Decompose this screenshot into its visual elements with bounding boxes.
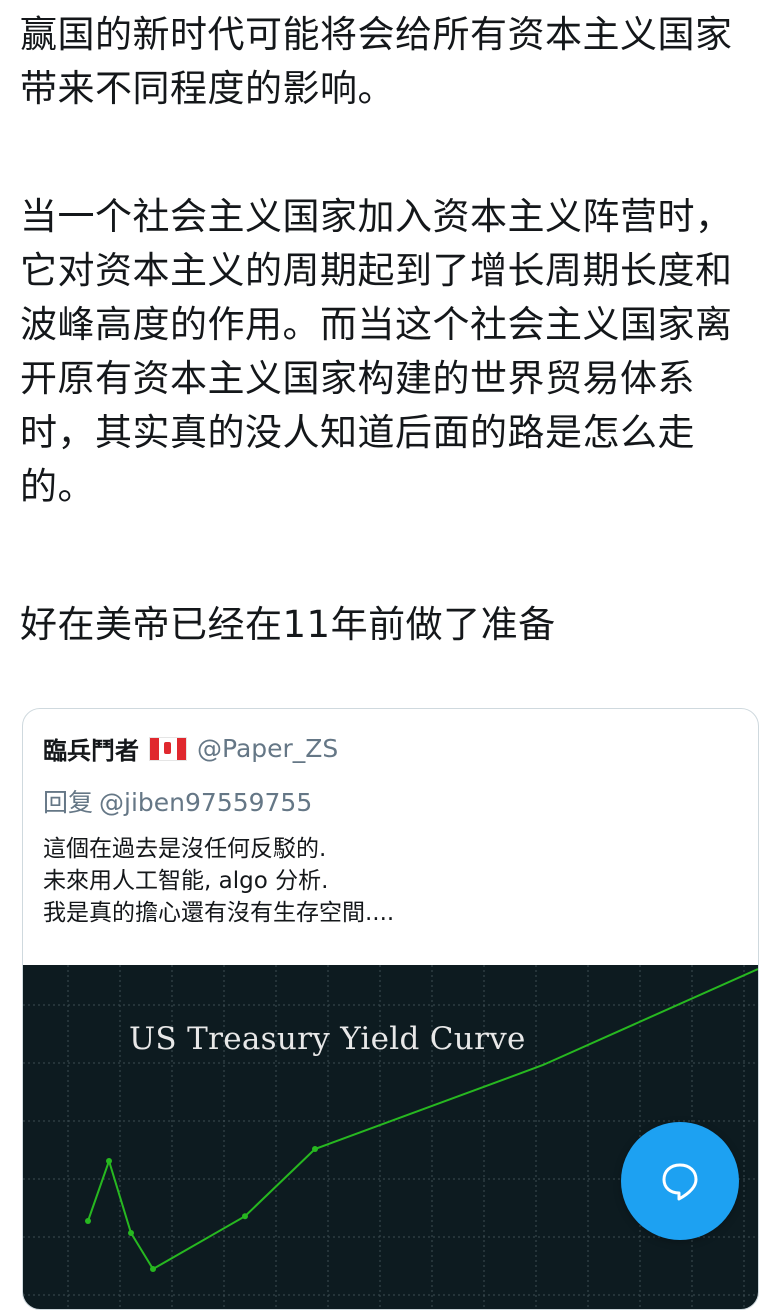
compose-button[interactable] [621,1122,739,1240]
author-handle[interactable]: @Paper_ZS [197,734,338,763]
quoted-text-line: 我是真的擔心還有沒有生存空間.... [43,900,395,926]
reply-to-handle[interactable]: @jiben97559755 [99,788,312,817]
quoted-tweet-header: 臨兵鬥者 @Paper_ZS [43,731,338,766]
chart-title: US Treasury Yield Curve [129,1021,526,1057]
quoted-text-line: 這個在過去是沒任何反駁的. [43,836,327,862]
data-point [242,1213,248,1220]
reply-context: 回复 @jiben97559755 [43,783,312,819]
tweet-paragraph-1: 赢国的新时代可能将会给所有资本主义国家带来不同程度的影响。 [20,13,733,110]
data-point [128,1230,134,1236]
data-point [106,1158,112,1164]
data-point [312,1146,318,1152]
quoted-tweet-text: 這個在過去是沒任何反駁的. 未來用人工智能, algo 分析. 我是真的擔心還有… [43,833,394,929]
tweet-paragraph-3: 好在美帝已经在11年前做了准备 [20,603,556,646]
quoted-text-line: 未來用人工智能, algo 分析. [43,868,329,894]
data-point [85,1218,91,1224]
reply-prefix: 回复 [43,788,94,817]
compose-bubble-icon [662,1163,698,1201]
data-point [150,1266,156,1272]
canada-flag-icon [149,736,187,761]
author-name[interactable]: 臨兵鬥者 [43,731,139,766]
tweet-paragraph-2: 当一个社会主义国家加入资本主义阵营时，它对资本主义的周期起到了增长周期长度和波峰… [20,195,733,508]
